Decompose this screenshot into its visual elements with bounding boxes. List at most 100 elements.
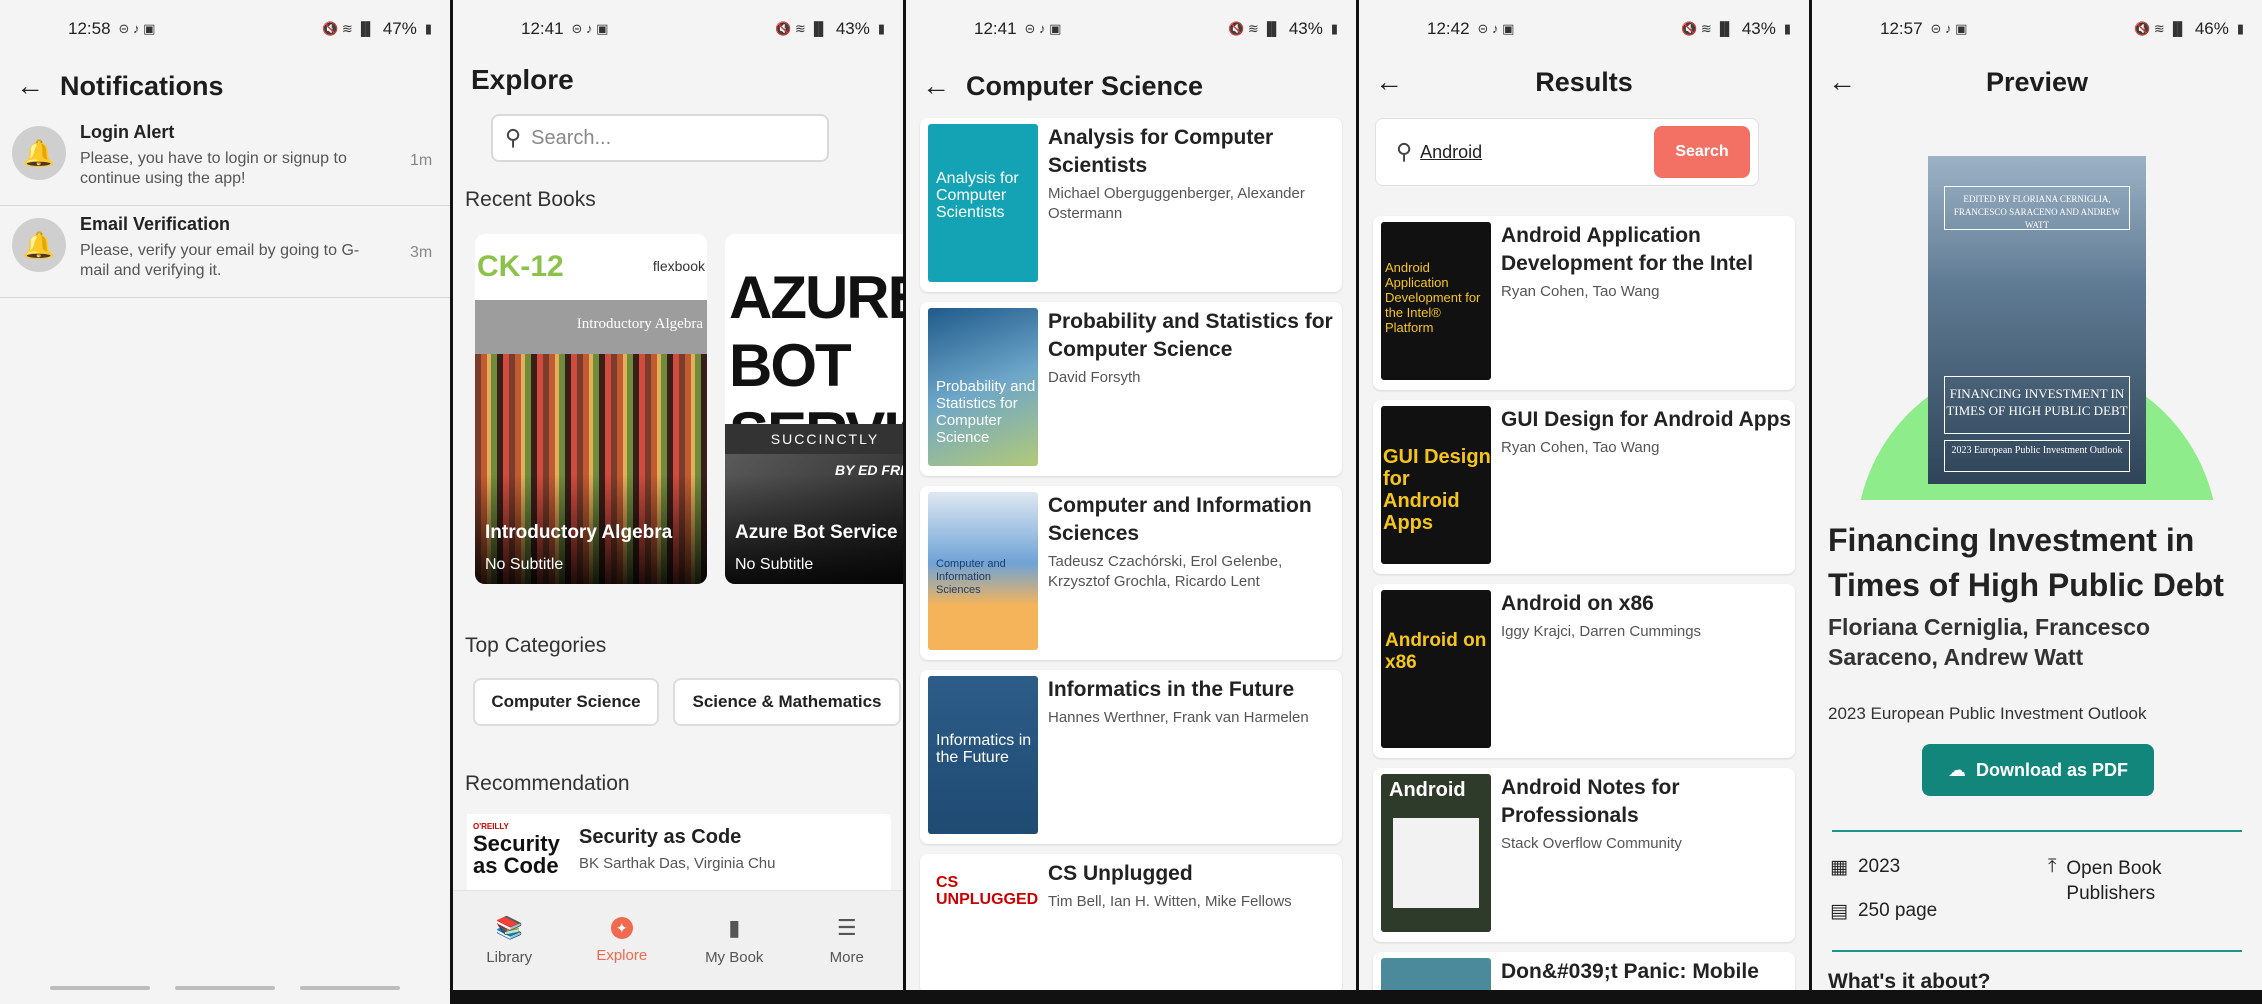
tab-more[interactable]: ☰ More: [791, 891, 904, 990]
tab-library[interactable]: 📚 Library: [453, 891, 566, 990]
book-list-item[interactable]: CS UNPLUGGED CS Unplugged Tim Bell, Ian H…: [920, 854, 1342, 994]
explore-screen: 12:41 ⊝ ♪ ▣ 🔇 ≋ ▐▌ 43% ▮ Explore ⚲ Search..…: [453, 0, 903, 1004]
recent-book-card[interactable]: AZURE BOT SERVICE SUCCINCTLY BY ED FRE A…: [725, 234, 903, 584]
cover-sub: 2023 European Public Investment Outlook: [1944, 440, 2130, 472]
book-list-item[interactable]: Android Android Notes for Professionals S…: [1373, 768, 1795, 942]
bottom-navigation: 📚 Library ✦ Explore ▮ My Book ☰ More: [453, 890, 903, 990]
home-indicator: [175, 986, 275, 990]
app-bar: ← Preview: [1812, 54, 2262, 110]
cover-brand2: flexbook: [652, 258, 705, 274]
results-screen: 12:42 ⊝ ♪ ▣ 🔇 ≋ ▐▌ 43% ▮ ← Results ⚲ Androi…: [1359, 0, 1809, 1004]
notification-time: 3m: [410, 244, 433, 261]
cover-title: Financing Investment in Times of High Pu…: [1944, 376, 2130, 434]
page-title: Notifications: [60, 70, 224, 101]
notification-title: Email Verification: [80, 214, 231, 234]
preview-screen: 12:57 ⊝ ♪ ▣ 🔇 ≋ ▐▌ 46% ▮ ← Preview Edited b…: [1812, 0, 2262, 1004]
status-bar: 12:57 ⊝ ♪ ▣ 🔇 ≋ ▐▌ 46% ▮: [1812, 0, 2262, 58]
book-list-item[interactable]: GUI Design for Android Apps GUI Design f…: [1373, 400, 1795, 574]
battery-level: 43%: [1288, 19, 1323, 38]
back-arrow-icon[interactable]: ←: [1359, 66, 1419, 98]
tab-label: Library: [486, 949, 533, 966]
book-cover: Computer and Information Sciences: [928, 492, 1038, 650]
recommendation-item[interactable]: O'REILLY Security as Code Security as Co…: [467, 814, 891, 894]
book-authors: David Forsyth: [1048, 369, 1141, 386]
book-title: Azure Bot Service: [735, 522, 898, 543]
book-subtitle: No Subtitle: [485, 556, 564, 573]
bell-icon: 🔔: [12, 126, 66, 180]
book-list-item[interactable]: Informatics in the Future Informatics in…: [920, 670, 1342, 844]
download-pdf-button[interactable]: ☁ Download as PDF: [1922, 744, 2154, 796]
book-cover: GUI Design for Android Apps: [1381, 406, 1491, 564]
cover-title: CS UNPLUGGED: [936, 874, 1038, 908]
battery-icon: ▮: [877, 21, 885, 36]
search-button[interactable]: Search: [1654, 126, 1750, 178]
calendar-icon: ▦: [1830, 857, 1848, 878]
cover-brand: O'REILLY: [473, 822, 509, 831]
category-chip[interactable]: Computer Science: [473, 678, 659, 726]
app-bar: ← Results: [1359, 54, 1809, 110]
back-arrow-icon[interactable]: ←: [0, 70, 60, 102]
battery-level: 46%: [2194, 19, 2229, 38]
pages-value: 250 page: [1857, 900, 1938, 921]
search-input[interactable]: Android: [1420, 142, 1654, 163]
tab-explore[interactable]: ✦ Explore: [566, 891, 679, 990]
book-list-item[interactable]: Computer and Information Sciences Comput…: [920, 486, 1342, 660]
search-placeholder: Search...: [531, 126, 612, 149]
book-cover: Android on x86: [1381, 590, 1491, 748]
category-chip[interactable]: Science & Mathematics: [673, 678, 901, 726]
page-title: Preview: [1985, 66, 2089, 97]
meta-publisher: ⤒ Open Book Publishers: [2048, 856, 2228, 906]
status-time: 12:58: [68, 19, 111, 38]
battery-level: 43%: [835, 19, 870, 38]
back-arrow-icon[interactable]: ←: [906, 70, 966, 102]
signal-icon: 🔇 ≋ ▐▌: [322, 21, 375, 36]
bell-icon: 🔔: [12, 218, 66, 272]
book-authors: Floriana Cerniglia, Francesco Saraceno, …: [1828, 614, 2151, 670]
battery-icon: ▮: [1783, 21, 1791, 36]
battery-icon: ▮: [1330, 21, 1338, 36]
app-bar: ← Notifications: [0, 58, 450, 114]
pages-icon: ▤: [1830, 901, 1848, 922]
status-bar: 12:42 ⊝ ♪ ▣ 🔇 ≋ ▐▌ 43% ▮: [1359, 0, 1809, 58]
book-authors: Ryan Cohen, Tao Wang: [1501, 439, 1660, 456]
status-time: 12:41: [521, 19, 564, 38]
cover-title: Analysis for Computer Scientists: [936, 170, 1019, 221]
cover-title: Computer and Information Sciences: [936, 558, 1006, 596]
back-arrow-icon[interactable]: ←: [1812, 66, 1872, 98]
year-value: 2023: [1857, 856, 1901, 877]
battery-icon: ▮: [424, 21, 432, 36]
book-icon: ▮: [728, 915, 741, 940]
search-input[interactable]: ⚲ Search...: [491, 114, 829, 162]
cover-title: Introductory Algebra: [576, 316, 703, 332]
status-time: 12:42: [1427, 19, 1470, 38]
cover-editors: Edited by Floriana Cerniglia, Francesco …: [1944, 186, 2130, 230]
signal-icon: 🔇 ≋ ▐▌: [775, 21, 828, 36]
book-authors: Iggy Krajci, Darren Cummings: [1501, 623, 1702, 640]
book-title: Financing Investment in Times of High Pu…: [1828, 522, 2224, 603]
book-list-item[interactable]: Android on x86 Android on x86 Iggy Krajci…: [1373, 584, 1795, 758]
notification-item[interactable]: 🔔 Email Verification Please, verify your…: [0, 206, 450, 298]
notification-item[interactable]: 🔔 Login Alert Please, you have to login …: [0, 114, 450, 206]
book-title: Android Notes for Professionals: [1501, 776, 1680, 827]
book-list-item[interactable]: Android Application Development for the …: [1373, 216, 1795, 390]
tab-label: My Book: [705, 949, 764, 966]
section-title: Top Categories: [465, 634, 607, 657]
notification-title: Login Alert: [80, 122, 175, 142]
cover-title: Security as Code: [473, 831, 560, 878]
publisher-value: Open Book Publishers: [2066, 858, 2162, 904]
battery-level: 47%: [382, 19, 417, 38]
meta-pages: ▤ 250 page: [1830, 900, 1937, 923]
status-bar: 12:58 ⊝ ♪ ▣ 🔇 ≋ ▐▌ 47% ▮: [0, 0, 450, 58]
system-nav-strip: [906, 990, 1356, 1004]
book-list-item[interactable]: Analysis for Computer Scientists Analysi…: [920, 118, 1342, 292]
cover-title: Probability and Statistics for Computer …: [936, 378, 1036, 446]
book-title: GUI Design for Android Apps: [1501, 408, 1792, 431]
search-bar: ⚲ Android Search: [1375, 118, 1759, 186]
search-icon: ⚲: [505, 125, 522, 150]
status-icons: ⊝ ♪ ▣: [118, 21, 156, 36]
book-title: Android Application Development for the …: [1501, 224, 1754, 275]
book-list-item[interactable]: Probability and Statistics for Computer …: [920, 302, 1342, 476]
recent-book-card[interactable]: CK-12 flexbook Introductory Algebra Intr…: [475, 234, 707, 584]
tab-label: Explore: [596, 947, 648, 964]
tab-my-book[interactable]: ▮ My Book: [678, 891, 791, 990]
